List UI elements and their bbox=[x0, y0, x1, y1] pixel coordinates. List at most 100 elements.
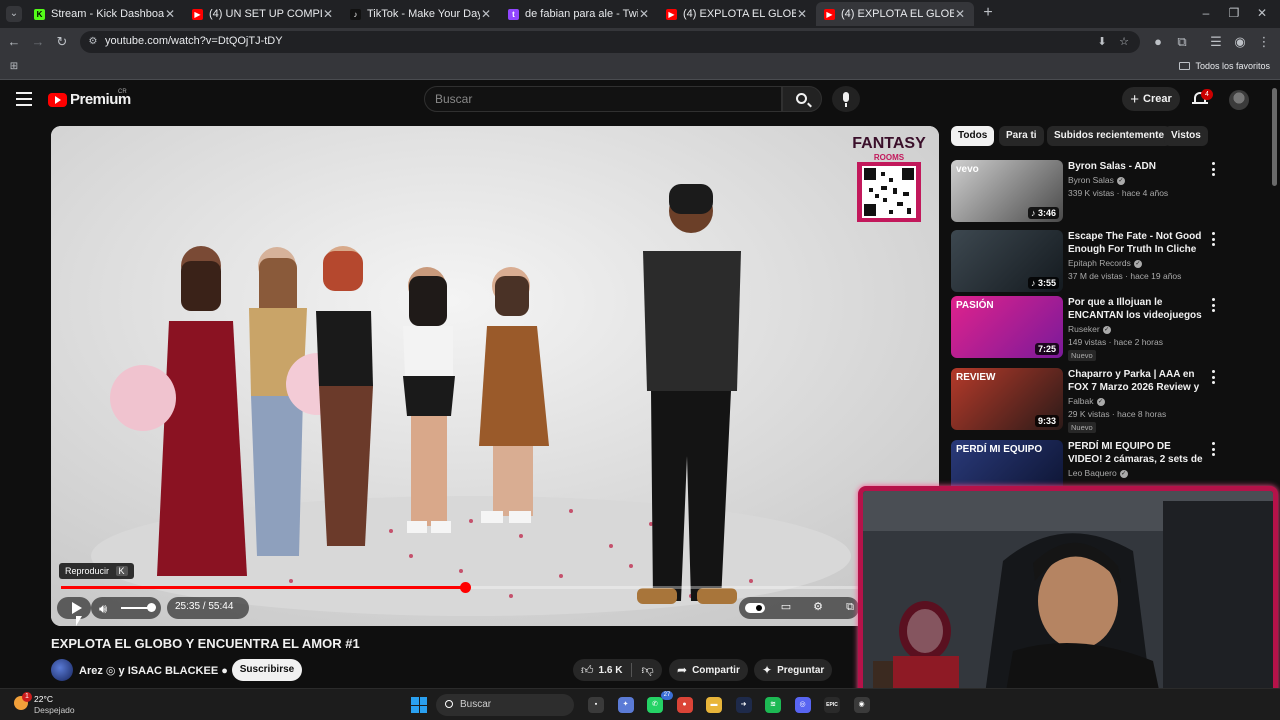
tab-search-icon[interactable]: ⌄ bbox=[6, 6, 22, 22]
apps-grid-icon[interactable]: ⊞ bbox=[8, 61, 20, 73]
recommendation-channel[interactable]: Epitaph Records ✓ bbox=[1068, 258, 1142, 268]
recommendation-title[interactable]: Por que a Illojuan le ENCANTAN los video… bbox=[1068, 296, 1206, 322]
arrow-app-icon[interactable]: ➜ bbox=[735, 697, 752, 713]
search-input[interactable] bbox=[435, 91, 765, 107]
extensions-puzzle-icon[interactable]: ⧉ bbox=[1174, 34, 1190, 50]
profile-icon[interactable]: ◉ bbox=[1232, 34, 1248, 50]
volume-slider-handle[interactable] bbox=[147, 603, 156, 612]
volume-icon[interactable]: 🔊︎ bbox=[99, 601, 107, 617]
restore-icon[interactable]: ❐ bbox=[1224, 5, 1244, 21]
more-options-icon[interactable] bbox=[1210, 162, 1216, 176]
settings-gear-icon[interactable]: ⚙ bbox=[811, 602, 825, 613]
epic-games-icon[interactable]: EPIC bbox=[824, 697, 840, 713]
chrome-icon[interactable]: ● bbox=[676, 697, 693, 713]
copilot-icon[interactable]: ✦ bbox=[617, 697, 634, 713]
page-scrollbar[interactable] bbox=[1272, 88, 1277, 186]
extension-icon[interactable]: ● bbox=[1150, 34, 1166, 50]
taskbar-search[interactable]: Buscar bbox=[436, 694, 574, 716]
more-options-icon[interactable] bbox=[1210, 232, 1216, 246]
recommendation-title[interactable]: Chaparro y Parka | AAA en FOX 7 Marzo 20… bbox=[1068, 368, 1206, 394]
more-options-icon[interactable] bbox=[1210, 370, 1216, 384]
file-explorer-icon[interactable]: ▪ bbox=[588, 697, 604, 713]
seek-bar[interactable] bbox=[61, 582, 929, 593]
url-text[interactable]: youtube.com/watch?v=DtQOjTJ-tDY bbox=[105, 35, 283, 47]
thumbnail-caption: PASIÓN bbox=[956, 300, 994, 311]
recommendation-title[interactable]: Escape The Fate - Not Good Enough For Tr… bbox=[1068, 230, 1206, 256]
create-button[interactable]: + Crear bbox=[1122, 87, 1180, 111]
recommendation-channel[interactable]: Byron Salas ✓ bbox=[1068, 175, 1125, 185]
chip-subidos-recientemente[interactable]: Subidos recientemente bbox=[1047, 126, 1172, 146]
tiktok-icon: ♪ bbox=[350, 8, 361, 20]
recommendation-card[interactable]: REVIEW 9:33 Chaparro y Parka | AAA en FOX … bbox=[951, 368, 1267, 433]
share-button[interactable]: ➦ Compartir bbox=[669, 659, 748, 681]
browser-tab[interactable]: ♪ TikTok - Make Your Day ✕ bbox=[342, 2, 500, 26]
recommendation-channel[interactable]: Falbak ✓ bbox=[1068, 396, 1105, 406]
browser-tab[interactable]: K Stream - Kick Dashboard ✕ bbox=[26, 2, 184, 26]
autoplay-toggle[interactable] bbox=[745, 603, 765, 613]
close-window-icon[interactable]: ✕ bbox=[1252, 5, 1272, 21]
whatsapp-icon[interactable]: ✆ bbox=[647, 697, 663, 713]
voice-search-mic-icon[interactable] bbox=[832, 86, 860, 112]
search-button[interactable] bbox=[782, 86, 822, 112]
recommendation-title[interactable]: PERDÍ MI EQUIPO DE VIDEO! 2 cámaras, 2 s… bbox=[1068, 440, 1206, 466]
recommendation-title[interactable]: Byron Salas - ADN bbox=[1068, 160, 1206, 173]
video-thumbnail[interactable]: REVIEW 9:33 bbox=[951, 368, 1063, 430]
play-button[interactable] bbox=[57, 597, 91, 619]
close-tab-icon[interactable]: ✕ bbox=[322, 7, 334, 21]
all-bookmarks-button[interactable]: Todos los favoritos bbox=[1179, 61, 1270, 71]
install-app-icon[interactable]: ⬇ bbox=[1095, 35, 1109, 49]
browser-tab-active[interactable]: ▶ (4) EXPLOTA EL GLOBO Y ENCU ✕ bbox=[816, 2, 974, 26]
video-player[interactable]: FANTASY ROOMS Reproducir K 🔊︎ 25:35 / 55… bbox=[51, 126, 939, 626]
minimize-icon[interactable]: – bbox=[1196, 5, 1216, 21]
video-thumbnail[interactable]: ♪ 3:55 bbox=[951, 230, 1063, 292]
back-icon[interactable]: ← bbox=[6, 34, 22, 50]
recommendation-card[interactable]: ♪ 3:55 Escape The Fate - Not Good Enough … bbox=[951, 230, 1267, 292]
windows-start-icon[interactable] bbox=[411, 697, 427, 713]
channel-name[interactable]: Arez ◎ y ISAAC BLACKEE ● bbox=[79, 664, 228, 677]
close-tab-icon[interactable]: ✕ bbox=[796, 7, 808, 21]
hamburger-menu-icon[interactable] bbox=[16, 92, 32, 106]
video-thumbnail[interactable]: PASIÓN 7:25 bbox=[951, 296, 1063, 358]
account-avatar[interactable] bbox=[1229, 90, 1249, 110]
reading-list-icon[interactable]: ☰ bbox=[1208, 34, 1224, 50]
new-tab-icon[interactable]: + bbox=[980, 5, 996, 21]
site-info-icon[interactable]: ⚙ bbox=[86, 35, 100, 49]
seek-bar-handle[interactable] bbox=[459, 582, 471, 593]
close-tab-icon[interactable]: ✕ bbox=[480, 7, 492, 21]
more-options-icon[interactable] bbox=[1210, 298, 1216, 312]
forward-icon[interactable]: → bbox=[30, 34, 46, 50]
miniplayer-icon[interactable]: ⧉ bbox=[843, 602, 857, 613]
close-tab-icon[interactable]: ✕ bbox=[954, 7, 966, 21]
ask-button[interactable]: ✦ Preguntar bbox=[754, 659, 833, 681]
chip-vistos[interactable]: Vistos bbox=[1164, 126, 1208, 146]
like-icon[interactable]: 👍︎ bbox=[581, 663, 594, 678]
video-thumbnail[interactable]: vevo ♪ 3:46 bbox=[951, 160, 1063, 222]
folder-icon[interactable]: ▬ bbox=[706, 697, 722, 713]
channel-avatar[interactable] bbox=[51, 659, 73, 681]
share-icon: ➦ bbox=[677, 663, 688, 677]
spotify-icon[interactable]: ≋ bbox=[765, 697, 781, 713]
recommendation-channel[interactable]: Ruseker ✓ bbox=[1068, 324, 1111, 334]
subscribe-button[interactable]: Suscribirse bbox=[232, 659, 302, 681]
browser-tab[interactable]: ▶ (4) EXPLOTA EL GLOBO Y ENCU ✕ bbox=[658, 2, 816, 26]
discord-icon[interactable]: ◎ bbox=[794, 697, 811, 713]
recommendation-card[interactable]: PASIÓN 7:25 Por que a Illojuan le ENCANTAN… bbox=[951, 296, 1267, 361]
browser-menu-icon[interactable]: ⋮ bbox=[1256, 34, 1272, 50]
recommendation-channel[interactable]: Leo Baquero ✓ bbox=[1068, 468, 1128, 478]
reload-icon[interactable]: ↻ bbox=[54, 34, 70, 50]
recommendation-card[interactable]: vevo ♪ 3:46 Byron Salas - ADN Byron Salas ✓ 3… bbox=[951, 160, 1267, 222]
close-tab-icon[interactable]: ✕ bbox=[164, 7, 176, 21]
close-tab-icon[interactable]: ✕ bbox=[638, 7, 650, 21]
browser-tab[interactable]: ▶ (4) UN SET UP COMPLETO UN C ✕ bbox=[184, 2, 342, 26]
subtitles-icon[interactable]: ▭ bbox=[779, 602, 793, 613]
chip-para-ti[interactable]: Para ti bbox=[999, 126, 1044, 146]
chip-todos[interactable]: Todos bbox=[951, 126, 995, 146]
search-field[interactable] bbox=[424, 86, 782, 112]
obs-icon[interactable]: ◉ bbox=[853, 697, 870, 713]
browser-tab[interactable]: t de fabian para ale - Twitch ✕ bbox=[500, 2, 658, 26]
bookmark-star-icon[interactable]: ☆ bbox=[1117, 35, 1131, 49]
more-options-icon[interactable] bbox=[1210, 442, 1216, 456]
like-count[interactable]: 1.6 K bbox=[599, 665, 623, 676]
address-bar[interactable]: ⚙ youtube.com/watch?v=DtQOjTJ-tDY ⬇ ☆ bbox=[80, 31, 1140, 53]
dislike-icon[interactable]: 👎︎ bbox=[641, 663, 653, 678]
